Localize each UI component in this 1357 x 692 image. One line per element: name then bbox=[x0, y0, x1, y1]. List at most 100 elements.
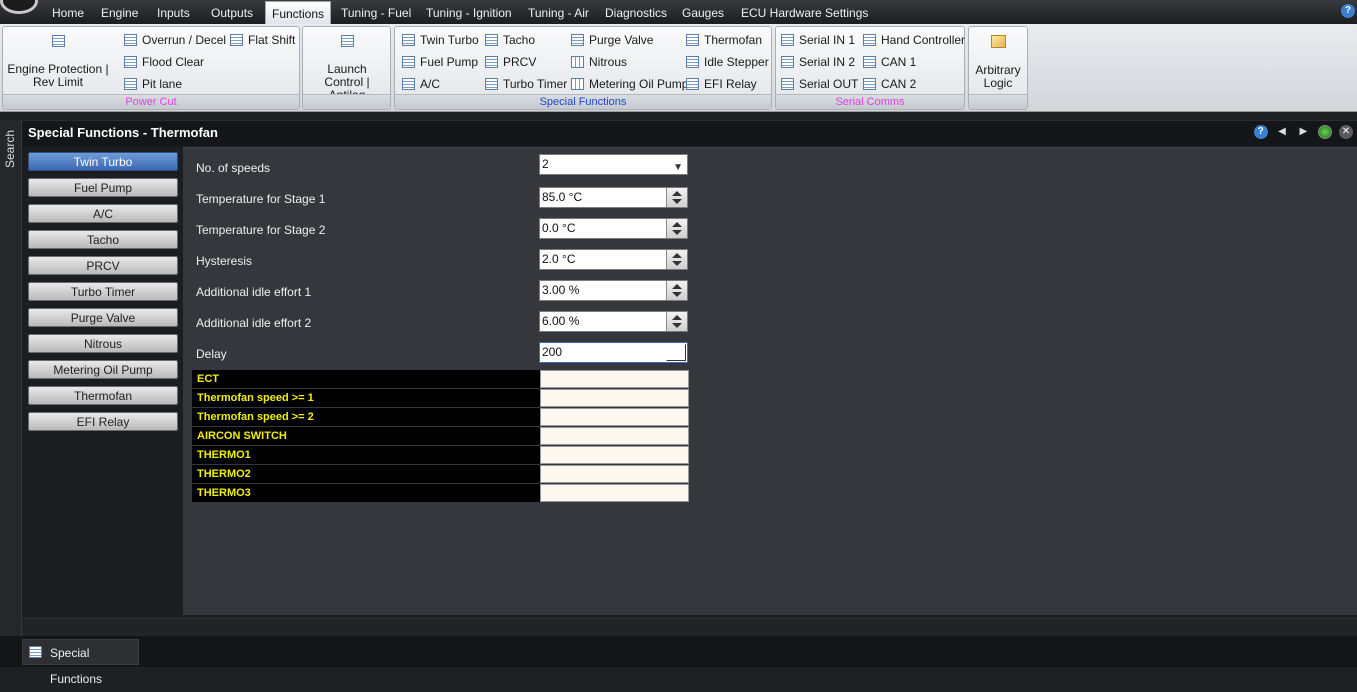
idle-effort-1-field[interactable]: 3.00 % bbox=[539, 280, 688, 301]
spinner-icon[interactable] bbox=[666, 250, 687, 269]
forward-arrow-icon[interactable]: ▶ bbox=[1296, 125, 1310, 139]
serial-out-label: Serial OUT bbox=[799, 77, 859, 91]
app-logo[interactable] bbox=[0, 0, 38, 14]
nav-metering-oil-pump[interactable]: Metering Oil Pump bbox=[28, 360, 178, 379]
prcv-button[interactable]: PRCV bbox=[483, 52, 536, 72]
close-icon[interactable]: ✕ bbox=[1339, 125, 1353, 139]
table-icon bbox=[340, 35, 354, 47]
tab-special-functions[interactable]: Special Functions bbox=[22, 639, 139, 686]
flat-shift-button[interactable]: Flat Shift bbox=[228, 30, 295, 50]
no-of-speeds-select[interactable]: 2 ▼ bbox=[539, 154, 688, 175]
search-side-tab[interactable]: Search bbox=[0, 120, 22, 636]
channel-name: THERMO2 bbox=[192, 465, 540, 483]
spinner-icon[interactable] bbox=[666, 344, 686, 361]
efi-relay-button[interactable]: EFI Relay bbox=[684, 74, 757, 94]
nav-thermofan[interactable]: Thermofan bbox=[28, 386, 178, 405]
menu-gauges[interactable]: Gauges bbox=[676, 0, 730, 24]
spinner-icon[interactable] bbox=[666, 219, 687, 238]
metering-oil-pump-button[interactable]: Metering Oil Pump bbox=[569, 74, 688, 94]
help-icon[interactable]: ? bbox=[1341, 4, 1355, 18]
serial-in-2-button[interactable]: Serial IN 2 bbox=[779, 52, 855, 72]
chevron-down-icon: ▼ bbox=[673, 162, 683, 173]
nav-fuel-pump[interactable]: Fuel Pump bbox=[28, 178, 178, 197]
ac-button[interactable]: A/C bbox=[400, 74, 440, 94]
serial-out-button[interactable]: Serial OUT bbox=[779, 74, 858, 94]
twin-turbo-button[interactable]: Twin Turbo bbox=[400, 30, 479, 50]
nav-efi-relay[interactable]: EFI Relay bbox=[28, 412, 178, 431]
flood-clear-label: Flood Clear bbox=[142, 55, 205, 69]
menu-outputs[interactable]: Outputs bbox=[205, 0, 259, 24]
table-icon bbox=[485, 56, 498, 68]
pit-lane-label: Pit lane bbox=[142, 77, 183, 91]
nav-twin-turbo[interactable]: Twin Turbo bbox=[28, 152, 178, 171]
menu-diagnostics[interactable]: Diagnostics bbox=[599, 0, 673, 24]
menu-tuning-air[interactable]: Tuning - Air bbox=[522, 0, 595, 24]
spinner-icon[interactable] bbox=[666, 188, 687, 207]
gauge-icon[interactable] bbox=[1317, 125, 1332, 139]
fuel-pump-label: Fuel Pump bbox=[420, 55, 479, 69]
table-icon bbox=[781, 78, 794, 90]
menu-engine[interactable]: Engine bbox=[95, 0, 144, 24]
menu-home[interactable]: Home bbox=[46, 0, 90, 24]
channel-name: Thermofan speed >= 2 bbox=[192, 408, 540, 426]
channel-name: THERMO3 bbox=[192, 484, 540, 502]
channel-row: Thermofan speed >= 1 bbox=[192, 389, 689, 407]
menu-functions[interactable]: Functions bbox=[265, 1, 332, 25]
channel-row: AIRCON SWITCH bbox=[192, 427, 689, 445]
table-icon bbox=[485, 34, 498, 46]
menu-ecu-hardware-settings[interactable]: ECU Hardware Settings bbox=[735, 0, 874, 24]
help-icon[interactable]: ? bbox=[1253, 125, 1268, 139]
nitrous-button[interactable]: Nitrous bbox=[569, 52, 627, 72]
overrun-decel-button[interactable]: Overrun / Decel bbox=[122, 30, 226, 50]
nav-turbo-timer[interactable]: Turbo Timer bbox=[28, 282, 178, 301]
turbo-timer-button[interactable]: Turbo Timer bbox=[483, 74, 567, 94]
spinner-icon[interactable] bbox=[666, 312, 687, 331]
thermofan-button[interactable]: Thermofan bbox=[684, 30, 762, 50]
nav-prcv[interactable]: PRCV bbox=[28, 256, 178, 275]
channel-name: Thermofan speed >= 1 bbox=[192, 389, 540, 407]
prcv-label: PRCV bbox=[503, 55, 537, 69]
can-1-button[interactable]: CAN 1 bbox=[861, 52, 916, 72]
engine-protection-button[interactable]: Engine Protection | Rev Limit bbox=[7, 35, 109, 89]
menu-inputs[interactable]: Inputs bbox=[151, 0, 196, 24]
temp-stage-1-field[interactable]: 85.0 °C bbox=[539, 187, 688, 208]
channel-value bbox=[540, 408, 689, 426]
flood-clear-button[interactable]: Flood Clear bbox=[122, 52, 204, 72]
pit-lane-button[interactable]: Pit lane bbox=[122, 74, 182, 94]
spinner-icon[interactable] bbox=[666, 281, 687, 300]
ribbon-group-label: Special Functions bbox=[395, 94, 771, 109]
delay-field[interactable]: 200 bbox=[539, 342, 688, 363]
serial-in-1-button[interactable]: Serial IN 1 bbox=[779, 30, 855, 50]
arbitrary-logic-button[interactable]: Arbitrary Logic bbox=[971, 35, 1025, 90]
purge-valve-label: Purge Valve bbox=[589, 33, 654, 47]
fuel-pump-button[interactable]: Fuel Pump bbox=[400, 52, 478, 72]
idle-effort-2-field[interactable]: 6.00 % bbox=[539, 311, 688, 332]
idle-stepper-button[interactable]: Idle Stepper bbox=[684, 52, 769, 72]
can-2-label: CAN 2 bbox=[881, 77, 917, 91]
nav-tacho[interactable]: Tacho bbox=[28, 230, 178, 249]
no-of-speeds-value: 2 bbox=[542, 157, 549, 171]
tacho-button[interactable]: Tacho bbox=[483, 30, 535, 50]
table-icon bbox=[686, 34, 699, 46]
ribbon-group-launch-control: Launch Control | Antilag bbox=[302, 26, 391, 110]
grid-icon bbox=[571, 78, 584, 90]
purge-valve-button[interactable]: Purge Valve bbox=[569, 30, 653, 50]
ribbon-group-special-functions: Twin Turbo Tacho Purge Valve Thermofan F… bbox=[394, 26, 772, 110]
turbo-timer-label: Turbo Timer bbox=[503, 77, 568, 91]
channel-row: ECT bbox=[192, 370, 689, 388]
hand-controller-button[interactable]: Hand Controller bbox=[861, 30, 965, 50]
menu-tuning-fuel[interactable]: Tuning - Fuel bbox=[335, 0, 417, 24]
launch-control-button[interactable]: Launch Control | Antilag bbox=[307, 35, 387, 102]
thermofan-label: Thermofan bbox=[704, 33, 763, 47]
temp-stage-2-field[interactable]: 0.0 °C bbox=[539, 218, 688, 239]
back-arrow-icon[interactable]: ◀ bbox=[1275, 125, 1289, 139]
hysteresis-field[interactable]: 2.0 °C bbox=[539, 249, 688, 270]
ribbon-group-label: Power Cut bbox=[3, 94, 299, 109]
can-2-button[interactable]: CAN 2 bbox=[861, 74, 916, 94]
ribbon-group-serial-comms: Serial IN 1 Hand Controller Serial IN 2 … bbox=[775, 26, 965, 110]
nav-nitrous[interactable]: Nitrous bbox=[28, 334, 178, 353]
nav-purge-valve[interactable]: Purge Valve bbox=[28, 308, 178, 327]
temp-stage-1-label: Temperature for Stage 1 bbox=[196, 192, 326, 206]
menu-tuning-ignition[interactable]: Tuning - Ignition bbox=[420, 0, 518, 24]
nav-ac[interactable]: A/C bbox=[28, 204, 178, 223]
